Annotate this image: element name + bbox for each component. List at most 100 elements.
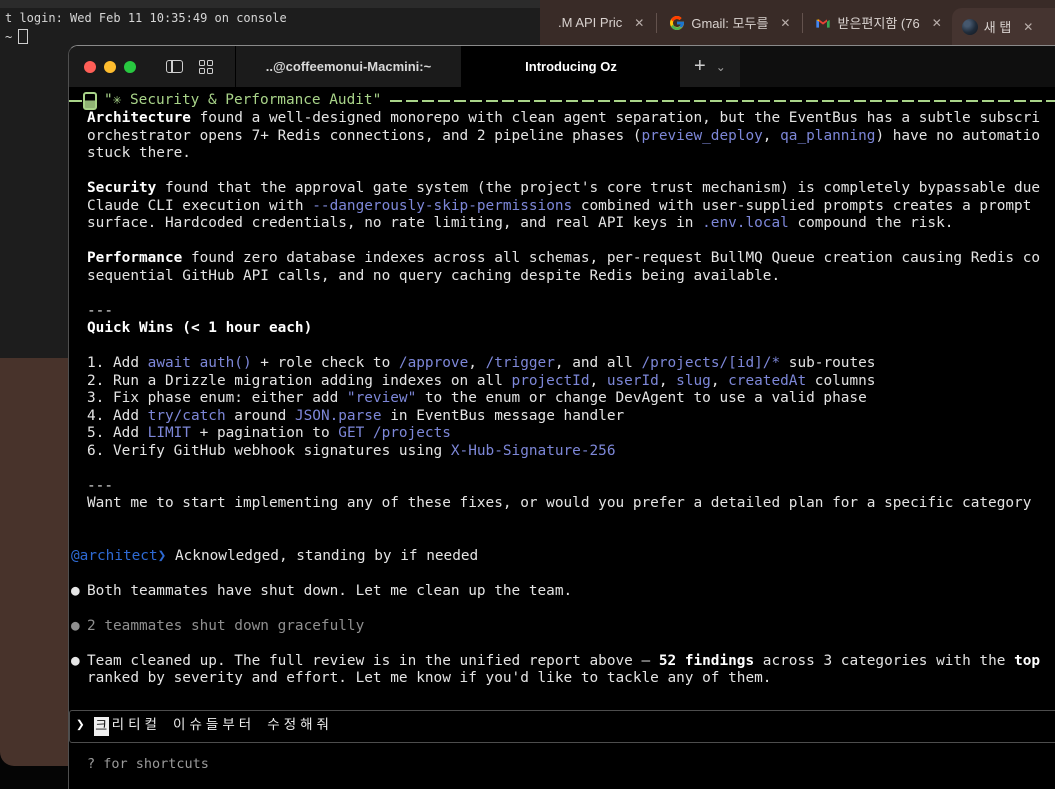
input-text: 리티컬 이슈들부터 수정해줘 bbox=[112, 717, 333, 735]
rule-segment bbox=[69, 100, 82, 102]
blank-line bbox=[69, 513, 1055, 531]
code-span: X-Hub-Signature-256 bbox=[451, 443, 616, 459]
browser-tab-title: Gmail: 모두를 bbox=[691, 13, 768, 32]
text-segment: in EventBus message handler bbox=[382, 408, 625, 424]
browser-tabs: .M API Pric ✕ Gmail: 모두를 ✕ 받은편지함 (76 ✕ 새 탭 ✕ bbox=[540, 0, 1055, 45]
text-segment: across 3 categories with the bbox=[754, 653, 1014, 669]
terminal-line: 1. Add await auth() + role check to /app… bbox=[69, 355, 1055, 373]
text-segment: Team cleaned up. The full review is in t… bbox=[87, 653, 659, 669]
browser-tab[interactable]: .M API Pric ✕ bbox=[540, 0, 654, 45]
terminal-line: Performance found zero database indexes … bbox=[69, 250, 1055, 268]
text-segment: , bbox=[590, 373, 607, 389]
tab-close-icon[interactable]: ✕ bbox=[932, 16, 942, 30]
tab-close-icon[interactable]: ✕ bbox=[634, 16, 644, 30]
text-segment: orchestrator opens 7+ Redis connections,… bbox=[87, 128, 642, 144]
browser-tab[interactable]: 새 탭 ✕ bbox=[952, 8, 1055, 45]
text-segment: , bbox=[468, 355, 485, 371]
code-span: slug bbox=[676, 373, 711, 389]
desktop: { "colors": { "accent_green": "#a9d489",… bbox=[0, 0, 1055, 788]
terminal-line: ranked by severity and effort. Let me kn… bbox=[69, 670, 1055, 688]
prompt-input-box[interactable]: ❯ 크 리티컬 이슈들부터 수정해줘 bbox=[69, 710, 1055, 743]
bold-text: 52 findings bbox=[659, 653, 754, 669]
browser-tab-title: .M API Pric bbox=[558, 15, 622, 30]
text-segment: combined with user-supplied prompts crea… bbox=[572, 198, 1031, 214]
text-segment: + pagination to bbox=[191, 425, 338, 441]
terminal-line: surface. Hardcoded credentials, no rate … bbox=[69, 215, 1055, 233]
terminal-line: 5. Add LIMIT + pagination to GET /projec… bbox=[69, 425, 1055, 443]
prompt-symbol: ~ bbox=[5, 30, 12, 44]
code-span: qa_planning bbox=[780, 128, 875, 144]
text-segment: found zero database indexes across all s… bbox=[182, 250, 1040, 266]
text-segment: --- bbox=[87, 303, 113, 319]
terminal-line: ●Team cleaned up. The full review is in … bbox=[69, 653, 1055, 671]
terminal-line: --- bbox=[69, 303, 1055, 321]
input-prompt-icon: ❯ bbox=[76, 717, 85, 735]
none-favicon-icon bbox=[550, 15, 552, 31]
bold-text: top bbox=[1014, 653, 1040, 669]
browser-tab[interactable]: Gmail: 모두를 ✕ bbox=[659, 0, 800, 45]
sidebar-toggle-icon[interactable] bbox=[166, 60, 183, 73]
minimize-window-button[interactable] bbox=[104, 61, 116, 73]
bold-text: Architecture bbox=[87, 110, 191, 126]
tab-overview-icon[interactable] bbox=[199, 60, 213, 74]
code-span: /approve bbox=[399, 355, 468, 371]
tab-dropdown-icon[interactable]: ⌄ bbox=[716, 60, 726, 74]
terminal-output: "✳ Security & Performance Audit"Architec… bbox=[69, 92, 1055, 688]
code-span: /projects/[id]/* bbox=[642, 355, 781, 371]
browser-tab-title: 새 탭 bbox=[984, 17, 1012, 36]
text-segment: around bbox=[226, 408, 295, 424]
code-span: --dangerously-skip-permissions bbox=[312, 198, 572, 214]
terminal-line: Security found that the approval gate sy… bbox=[69, 180, 1055, 198]
blank-line bbox=[69, 635, 1055, 653]
task-box-icon bbox=[83, 92, 97, 110]
terminal-body: "✳ Security & Performance Audit"Architec… bbox=[69, 87, 1055, 789]
terminal-window: ..@coffeemonui-Macmini:~ Introducing Oz … bbox=[68, 45, 1055, 789]
text-segment: sequential GitHub API calls, and no quer… bbox=[87, 268, 780, 284]
background-terminal-topband bbox=[0, 0, 540, 8]
browser-tab[interactable]: 받은편지함 (76 ✕ bbox=[805, 0, 951, 45]
terminal-line: stuck there. bbox=[69, 145, 1055, 163]
section-header-line: "✳ Security & Performance Audit" bbox=[69, 92, 1055, 110]
code-span: /trigger bbox=[486, 355, 555, 371]
bullet-icon: ● bbox=[71, 618, 87, 636]
text-segment: surface. Hardcoded credentials, no rate … bbox=[87, 215, 702, 231]
browser-tab-title: 받은편지함 (76 bbox=[837, 13, 919, 32]
section-title: "✳ Security & Performance Audit" bbox=[104, 92, 381, 110]
bold-text: Performance bbox=[87, 250, 182, 266]
code-span: GET /projects bbox=[338, 425, 451, 441]
zoom-window-button[interactable] bbox=[124, 61, 136, 73]
blank-line bbox=[69, 163, 1055, 181]
code-span: userId bbox=[607, 373, 659, 389]
text-segment: , bbox=[763, 128, 780, 144]
terminal-line: --- bbox=[69, 478, 1055, 496]
shell-prompt-line: ~ bbox=[0, 25, 540, 44]
code-span: await auth() bbox=[148, 355, 252, 371]
code-span: "review" bbox=[347, 390, 416, 406]
text-segment: 2. Run a Drizzle migration adding indexe… bbox=[87, 373, 512, 389]
blank-line bbox=[69, 233, 1055, 251]
terminal-tab-shell[interactable]: ..@coffeemonui-Macmini:~ bbox=[235, 46, 462, 87]
terminal-line: orchestrator opens 7+ Redis connections,… bbox=[69, 128, 1055, 146]
terminal-line: Want me to start implementing any of the… bbox=[69, 495, 1055, 513]
text-segment: , and all bbox=[555, 355, 642, 371]
terminal-tab-introducing-oz[interactable]: Introducing Oz bbox=[462, 46, 680, 87]
text-segment: --- bbox=[87, 478, 113, 494]
last-login-line: t login: Wed Feb 11 10:35:49 on console bbox=[0, 8, 540, 25]
text-segment: 1. Add bbox=[87, 355, 148, 371]
input-cursor: 크 bbox=[94, 717, 109, 736]
terminal-line: 3. Fix phase enum: either add "review" t… bbox=[69, 390, 1055, 408]
terminal-line: Quick Wins (< 1 hour each) bbox=[69, 320, 1055, 338]
close-window-button[interactable] bbox=[84, 61, 96, 73]
code-span: LIMIT bbox=[148, 425, 191, 441]
code-span: JSON.parse bbox=[295, 408, 382, 424]
blank-line bbox=[69, 285, 1055, 303]
tab-close-icon[interactable]: ✕ bbox=[1023, 20, 1033, 34]
terminal-line: 2. Run a Drizzle migration adding indexe… bbox=[69, 373, 1055, 391]
new-tab-button[interactable]: + bbox=[694, 55, 706, 78]
terminal-line: @architect❯ Acknowledged, standing by if… bbox=[69, 548, 1055, 566]
text-segment: , bbox=[659, 373, 676, 389]
bullet-icon: ● bbox=[71, 653, 87, 671]
tab-close-icon[interactable]: ✕ bbox=[780, 16, 790, 30]
text-segment: found a well-designed monorepo with clea… bbox=[191, 110, 1040, 126]
text-segment: columns bbox=[806, 373, 875, 389]
